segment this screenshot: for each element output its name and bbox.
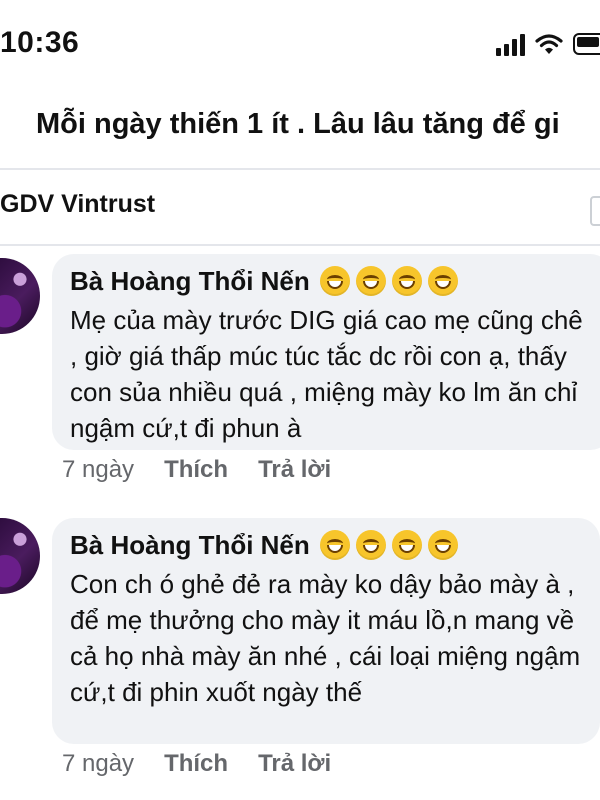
group-name[interactable]: GDV Vintrust — [0, 190, 155, 219]
header-divider — [0, 168, 600, 170]
comment-actions: 7 ngày Thích Trả lời — [62, 456, 331, 484]
reply-button[interactable]: Trả lời — [258, 750, 331, 778]
comment-time[interactable]: 7 ngày — [62, 456, 134, 484]
cellular-signal-icon — [496, 32, 525, 56]
grinning-emoji-icon — [355, 266, 386, 296]
avatar[interactable] — [0, 258, 40, 334]
like-button[interactable]: Thích — [164, 456, 228, 484]
like-button[interactable]: Thích — [164, 750, 228, 778]
group-divider — [0, 244, 600, 246]
status-bar: 10:36 — [0, 0, 600, 90]
grinning-emoji-icon — [427, 530, 458, 560]
comment-author-name[interactable]: Bà Hoàng Thổi Nến — [70, 264, 310, 298]
wifi-icon — [535, 34, 563, 54]
avatar[interactable] — [0, 518, 40, 594]
reply-button[interactable]: Trả lời — [258, 456, 331, 484]
grinning-emoji-icon — [319, 530, 350, 560]
status-icons — [496, 30, 600, 58]
status-time: 10:36 — [0, 26, 80, 59]
comment-author-name[interactable]: Bà Hoàng Thổi Nến — [70, 528, 310, 562]
battery-icon — [573, 33, 600, 55]
comment-bubble: Bà Hoàng Thổi Nến Mẹ của mày trước DIG g… — [52, 254, 600, 450]
grinning-emoji-icon — [355, 530, 386, 560]
more-options-button[interactable] — [590, 196, 600, 226]
comment-author[interactable]: Bà Hoàng Thổi Nến — [70, 264, 594, 298]
comment-time[interactable]: 7 ngày — [62, 750, 134, 778]
comment-text: Con ch ó ghẻ đẻ ra mày ko dậy bảo mày à … — [70, 569, 581, 707]
post-title[interactable]: Mỗi ngày thiến 1 ít . Lâu lâu tăng để gi — [36, 108, 560, 141]
comment-text: Mẹ của mày trước DIG giá cao mẹ cũng chê… — [70, 305, 583, 443]
grinning-emoji-icon — [391, 530, 422, 560]
comment-bubble: Bà Hoàng Thổi Nến Con ch ó ghẻ đẻ ra mày… — [52, 518, 600, 744]
grinning-emoji-icon — [319, 266, 350, 296]
grinning-emoji-icon — [391, 266, 422, 296]
grinning-emoji-icon — [427, 266, 458, 296]
comment-actions: 7 ngày Thích Trả lời — [62, 750, 331, 778]
comment-author[interactable]: Bà Hoàng Thổi Nến — [70, 528, 582, 562]
